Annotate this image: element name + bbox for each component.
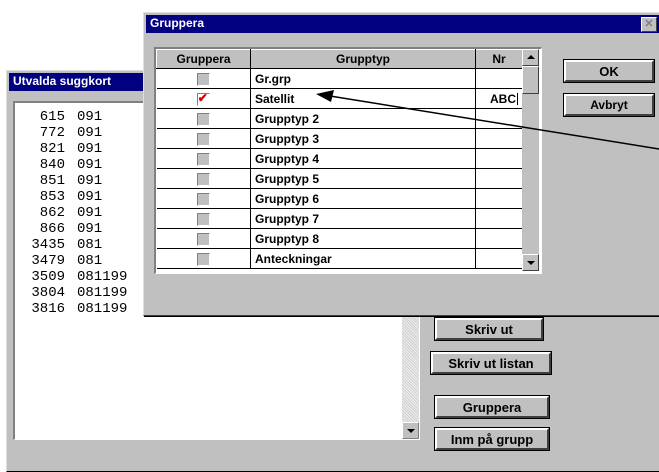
card-id: 851	[39, 173, 65, 189]
group-cell	[156, 168, 251, 189]
window-title: Utvalda suggkort	[13, 74, 112, 88]
group-cell	[156, 208, 251, 229]
table-row[interactable]: Grupptyp 5	[156, 168, 523, 189]
text-cursor	[517, 93, 518, 106]
scroll-thumb[interactable]	[522, 66, 539, 94]
group-nr-cell[interactable]	[475, 168, 523, 189]
group-checkbox[interactable]	[196, 212, 210, 226]
table-row[interactable]: Anteckningar	[156, 248, 523, 269]
group-cell	[156, 148, 251, 169]
group-checkbox[interactable]	[196, 152, 210, 166]
group-nr-cell[interactable]	[475, 188, 523, 209]
dialog-title: Gruppera	[150, 16, 205, 30]
group-type-cell[interactable]: Anteckningar	[250, 248, 476, 269]
ok-button[interactable]: OK	[563, 59, 655, 83]
group-button[interactable]: Gruppera	[434, 395, 550, 419]
card-id: 3509	[31, 269, 65, 285]
group-cell	[156, 228, 251, 249]
group-checkbox[interactable]	[196, 232, 210, 246]
scroll-up-icon[interactable]	[522, 49, 539, 66]
grid-scrollbar[interactable]	[522, 49, 539, 271]
group-checkbox[interactable]	[196, 91, 210, 106]
dialog-titlebar[interactable]: Gruppera ✕	[146, 15, 659, 33]
card-id: 853	[39, 189, 65, 205]
scroll-down-icon[interactable]	[402, 422, 419, 439]
group-cell	[156, 188, 251, 209]
group-cell	[156, 108, 251, 129]
card-id: 3479	[31, 253, 65, 269]
column-header-nr[interactable]: Nr	[475, 49, 523, 69]
table-row[interactable]: Grupptyp 4	[156, 148, 523, 169]
card-id: 3804	[31, 285, 65, 301]
group-type-cell[interactable]: Grupptyp 8	[250, 228, 476, 249]
column-header-group[interactable]: Gruppera	[156, 49, 251, 69]
group-type-cell[interactable]: Gr.grp	[250, 68, 476, 89]
table-row[interactable]: Gr.grp	[156, 68, 523, 89]
group-checkbox[interactable]	[196, 252, 210, 266]
group-grid: Gruppera Grupptyp Nr Gr.grpSatellit ABC Gr…	[154, 47, 542, 274]
card-id: 772	[39, 125, 65, 141]
group-cell	[156, 128, 251, 149]
table-row[interactable]: Grupptyp 2	[156, 108, 523, 129]
group-type-cell[interactable]: Grupptyp 5	[250, 168, 476, 189]
group-checkbox[interactable]	[196, 132, 210, 146]
group-type-cell[interactable]: Grupptyp 4	[250, 148, 476, 169]
group-dialog: Gruppera ✕ Gruppera Grupptyp Nr Gr.grpSa…	[143, 12, 659, 316]
group-type-cell[interactable]: Grupptyp 3	[250, 128, 476, 149]
group-checkbox[interactable]	[196, 112, 210, 126]
card-id: 862	[39, 205, 65, 221]
card-id: 615	[39, 109, 65, 125]
card-id: 821	[39, 141, 65, 157]
table-row[interactable]: Grupptyp 8	[156, 228, 523, 249]
cancel-button[interactable]: Avbryt	[563, 93, 655, 117]
table-row[interactable]: Grupptyp 3	[156, 128, 523, 149]
group-nr-cell[interactable]	[475, 208, 523, 229]
card-id: 3435	[31, 237, 65, 253]
scroll-down-icon[interactable]	[522, 254, 539, 271]
group-nr-cell[interactable]	[475, 228, 523, 249]
group-nr-cell[interactable]	[475, 108, 523, 129]
group-cell	[156, 248, 251, 269]
insert-group-button[interactable]: Inm på grupp	[434, 427, 550, 451]
group-type-cell[interactable]: Grupptyp 7	[250, 208, 476, 229]
table-row[interactable]: Satellit ABC	[156, 88, 523, 109]
group-type-cell[interactable]: Grupptyp 6	[250, 188, 476, 209]
table-row[interactable]: Grupptyp 7	[156, 208, 523, 229]
print-list-button[interactable]: Skriv ut listan	[430, 351, 552, 375]
group-nr-cell[interactable]	[475, 128, 523, 149]
group-type-cell[interactable]: Grupptyp 2	[250, 108, 476, 129]
group-checkbox[interactable]	[196, 72, 210, 86]
table-row[interactable]: Grupptyp 6	[156, 188, 523, 209]
card-id: 866	[39, 221, 65, 237]
group-checkbox[interactable]	[196, 192, 210, 206]
card-id: 840	[39, 157, 65, 173]
print-button[interactable]: Skriv ut	[434, 317, 544, 341]
group-nr-cell[interactable]	[475, 248, 523, 269]
group-nr-cell[interactable]	[475, 148, 523, 169]
group-checkbox[interactable]	[196, 172, 210, 186]
group-cell	[156, 68, 251, 89]
group-type-cell[interactable]: Satellit	[250, 88, 476, 109]
group-nr-value: ABC	[490, 91, 516, 106]
group-nr-cell[interactable]: ABC	[475, 88, 523, 109]
card-id: 3816	[31, 301, 65, 317]
group-nr-cell[interactable]	[475, 68, 523, 89]
group-cell	[156, 88, 251, 109]
column-header-type[interactable]: Grupptyp	[250, 49, 476, 69]
close-icon[interactable]: ✕	[641, 17, 657, 32]
